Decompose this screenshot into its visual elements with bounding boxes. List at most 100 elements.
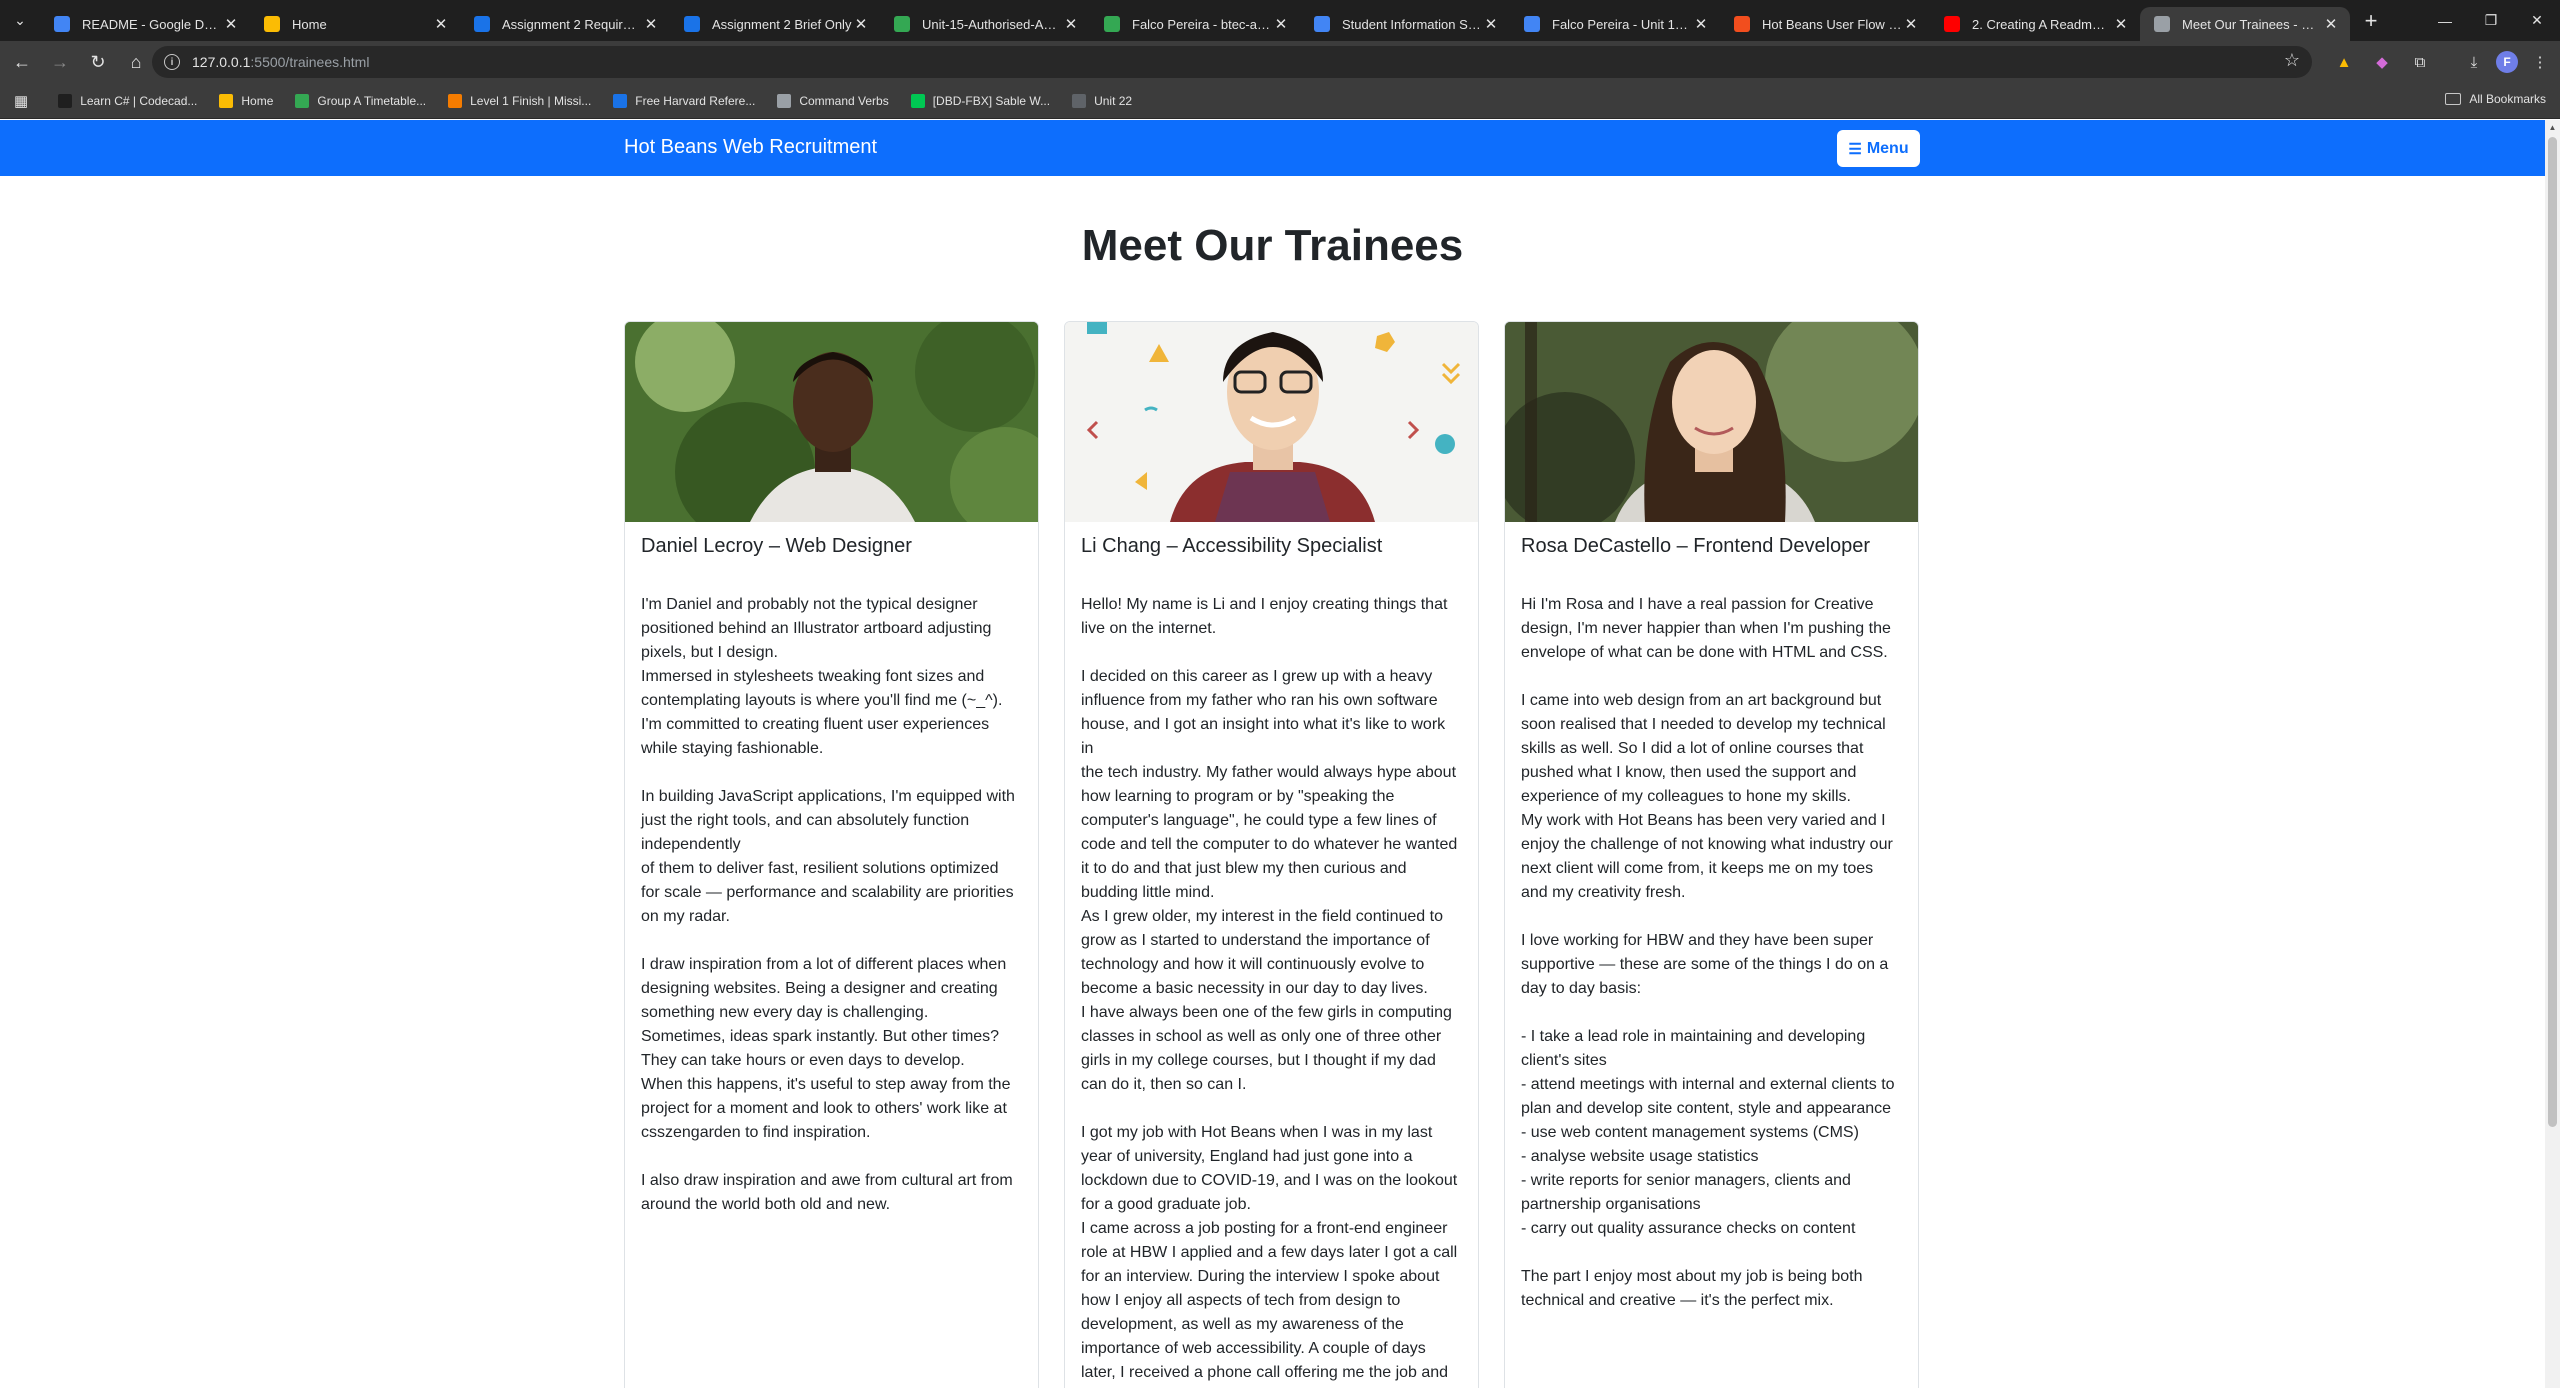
tab-search-icon[interactable]: ⌄ bbox=[0, 0, 40, 41]
close-tab-icon[interactable]: ✕ bbox=[2322, 15, 2340, 33]
tab-title: README - Google Docs bbox=[82, 16, 222, 32]
browser-tab[interactable]: Unit-15-Authorised-Assig ✕ bbox=[880, 7, 1090, 41]
url-text: 127.0.0.1:5500/trainees.html bbox=[192, 54, 369, 70]
bio-line: house, and I got an insight into what it… bbox=[1081, 716, 1446, 757]
bio-line: My work with Hot Beans has been very var… bbox=[1521, 812, 1886, 829]
tab-title: Assignment 2 Brief Only bbox=[712, 16, 852, 32]
restore-icon[interactable]: ❐ bbox=[2468, 0, 2514, 41]
bio-line: project for a moment and look to others'… bbox=[641, 1100, 1007, 1117]
download-icon[interactable]: ⤓ bbox=[2458, 46, 2490, 78]
browser-tab[interactable]: README - Google Docs ✕ bbox=[40, 7, 250, 41]
all-bookmarks-label: All Bookmarks bbox=[2469, 92, 2546, 106]
bookmark-item[interactable]: [DBD-FBX] Sable W... bbox=[910, 93, 1051, 108]
browser-tab[interactable]: Meet Our Trainees - Hot B ✕ bbox=[2140, 7, 2350, 41]
close-tab-icon[interactable]: ✕ bbox=[852, 15, 870, 33]
bio-line: I'm Daniel and probably not the typical … bbox=[641, 596, 978, 613]
bookmark-label: Command Verbs bbox=[799, 93, 889, 108]
close-window-icon[interactable]: ✕ bbox=[2514, 0, 2560, 41]
menu-button[interactable]: ☰ Menu bbox=[1837, 130, 1920, 167]
profile-avatar[interactable]: F bbox=[2496, 51, 2518, 73]
bookmark-label: [DBD-FBX] Sable W... bbox=[932, 93, 1051, 108]
bookmark-label: Learn C# | Codecad... bbox=[80, 93, 198, 108]
bookmark-item[interactable]: Level 1 Finish | Missi... bbox=[448, 93, 591, 108]
browser-tab[interactable]: Falco Pereira - btec-asses ✕ bbox=[1090, 7, 1300, 41]
trainee-photo-li bbox=[1065, 322, 1478, 522]
back-icon[interactable]: ← bbox=[6, 46, 38, 78]
bio-paragraph: Hello! My name is Li and I enjoy creatin… bbox=[1081, 593, 1461, 641]
url-path: :5500/trainees.html bbox=[250, 54, 370, 70]
url-host: 127.0.0.1 bbox=[192, 54, 251, 70]
trainee-name: Rosa DeCastello – Frontend Developer bbox=[1521, 535, 1871, 557]
bookmark-item[interactable]: Command Verbs bbox=[777, 93, 889, 108]
bio-line: it to do and that just blew my then curi… bbox=[1081, 860, 1407, 877]
bio-paragraph: I'm Daniel and probably not the typical … bbox=[641, 593, 1021, 761]
bio-line: skills as well. So I did a lot of online… bbox=[1521, 740, 1864, 757]
site-brand[interactable]: Hot Beans Web Recruitment bbox=[624, 136, 877, 159]
bookmark-item[interactable]: Home bbox=[219, 93, 274, 108]
bookmark-star-icon[interactable]: ☆ bbox=[2284, 50, 2300, 71]
minimize-icon[interactable]: — bbox=[2422, 0, 2468, 41]
page-scrollbar[interactable]: ▲ bbox=[2545, 120, 2560, 1388]
bookmark-item[interactable]: Learn C# | Codecad... bbox=[58, 93, 198, 108]
close-tab-icon[interactable]: ✕ bbox=[432, 15, 450, 33]
browser-tab[interactable]: 2. Creating A Readme File ✕ bbox=[1930, 7, 2140, 41]
classroom-icon bbox=[474, 16, 490, 32]
bio-line: I got my job with Hot Beans when I was i… bbox=[1081, 1124, 1433, 1141]
bookmark-label: Group A Timetable... bbox=[317, 93, 427, 108]
bio-line: how I enjoy all aspects of tech from des… bbox=[1081, 1292, 1401, 1309]
bio-paragraph: I also draw inspiration and awe from cul… bbox=[641, 1169, 1021, 1217]
browser-tab[interactable]: Assignment 2 Required Fi ✕ bbox=[460, 7, 670, 41]
address-bar[interactable]: i 127.0.0.1:5500/trainees.html ☆ bbox=[152, 46, 2312, 78]
browser-tab[interactable]: Assignment 2 Brief Only ✕ bbox=[670, 7, 880, 41]
site-info-icon[interactable]: i bbox=[164, 54, 180, 70]
new-tab-button[interactable]: + bbox=[2356, 6, 2386, 36]
kebab-menu-icon[interactable]: ⋮ bbox=[2524, 46, 2556, 78]
browser-tab[interactable]: Student Information Shee ✕ bbox=[1300, 7, 1510, 41]
tab-title: Unit-15-Authorised-Assig bbox=[922, 16, 1062, 32]
close-tab-icon[interactable]: ✕ bbox=[1902, 15, 1920, 33]
trainee-photo-rosa bbox=[1505, 322, 1918, 522]
trainee-bio: Hi I'm Rosa and I have a real passion fo… bbox=[1521, 593, 1901, 1337]
trainee-card-li: Li Chang – Accessibility Specialist Hell… bbox=[1064, 321, 1479, 1388]
close-tab-icon[interactable]: ✕ bbox=[642, 15, 660, 33]
bio-line: importance of web accessibility. A coupl… bbox=[1081, 1340, 1426, 1357]
bio-line: contemplating layouts is where you'll fi… bbox=[641, 692, 1003, 709]
close-tab-icon[interactable]: ✕ bbox=[1692, 15, 1710, 33]
bookmark-item[interactable]: Group A Timetable... bbox=[295, 93, 427, 108]
bio-line: role at HBW I applied and a few days lat… bbox=[1081, 1244, 1458, 1261]
tab-title: 2. Creating A Readme File bbox=[1972, 16, 2112, 32]
all-bookmarks[interactable]: All Bookmarks bbox=[2445, 92, 2546, 106]
puzzle-extensions-icon[interactable]: ⧉ bbox=[2404, 46, 2436, 78]
bio-line: I decided on this career as I grew up wi… bbox=[1081, 668, 1433, 685]
bookmark-item[interactable]: Unit 22 bbox=[1072, 93, 1132, 108]
browser-tab[interactable]: Home ✕ bbox=[250, 7, 460, 41]
bio-line: In building JavaScript applications, I'm… bbox=[641, 788, 1015, 805]
bio-paragraph: I came into web design from an art backg… bbox=[1521, 689, 1901, 905]
close-tab-icon[interactable]: ✕ bbox=[1482, 15, 1500, 33]
browser-tab[interactable]: Hot Beans User Flow – Fig ✕ bbox=[1720, 7, 1930, 41]
bookmark-item[interactable]: Free Harvard Refere... bbox=[613, 93, 755, 108]
browser-tab[interactable]: Falco Pereira - Unit 15 As ✕ bbox=[1510, 7, 1720, 41]
forward-icon[interactable]: → bbox=[44, 46, 76, 78]
apps-grid-icon[interactable]: ▦ bbox=[14, 92, 28, 110]
bio-line: design, I'm never happier than when I'm … bbox=[1521, 620, 1891, 637]
hamburger-icon: ☰ bbox=[1848, 140, 1862, 158]
globe-icon bbox=[2154, 16, 2170, 32]
drive-extension-icon[interactable]: ▲ bbox=[2328, 46, 2360, 78]
window-controls: — ❐ ✕ bbox=[2422, 0, 2560, 41]
home-icon[interactable]: ⌂ bbox=[120, 46, 152, 78]
bio-paragraph: I got my job with Hot Beans when I was i… bbox=[1081, 1121, 1461, 1388]
bio-line: budding little mind. bbox=[1081, 884, 1215, 901]
tab-title: Student Information Shee bbox=[1342, 16, 1482, 32]
reload-icon[interactable]: ↻ bbox=[82, 46, 114, 78]
extension-icon[interactable]: ◆ bbox=[2366, 46, 2398, 78]
close-tab-icon[interactable]: ✕ bbox=[222, 15, 240, 33]
close-tab-icon[interactable]: ✕ bbox=[1062, 15, 1080, 33]
bookmark-label: Home bbox=[241, 93, 274, 108]
close-tab-icon[interactable]: ✕ bbox=[2112, 15, 2130, 33]
close-tab-icon[interactable]: ✕ bbox=[1272, 15, 1290, 33]
scroll-up-icon[interactable]: ▲ bbox=[2545, 120, 2560, 135]
bio-line: for scale — performance and scalability … bbox=[641, 884, 1014, 901]
scrollbar-thumb[interactable] bbox=[2548, 137, 2557, 1127]
bio-line: on my radar. bbox=[641, 908, 730, 925]
